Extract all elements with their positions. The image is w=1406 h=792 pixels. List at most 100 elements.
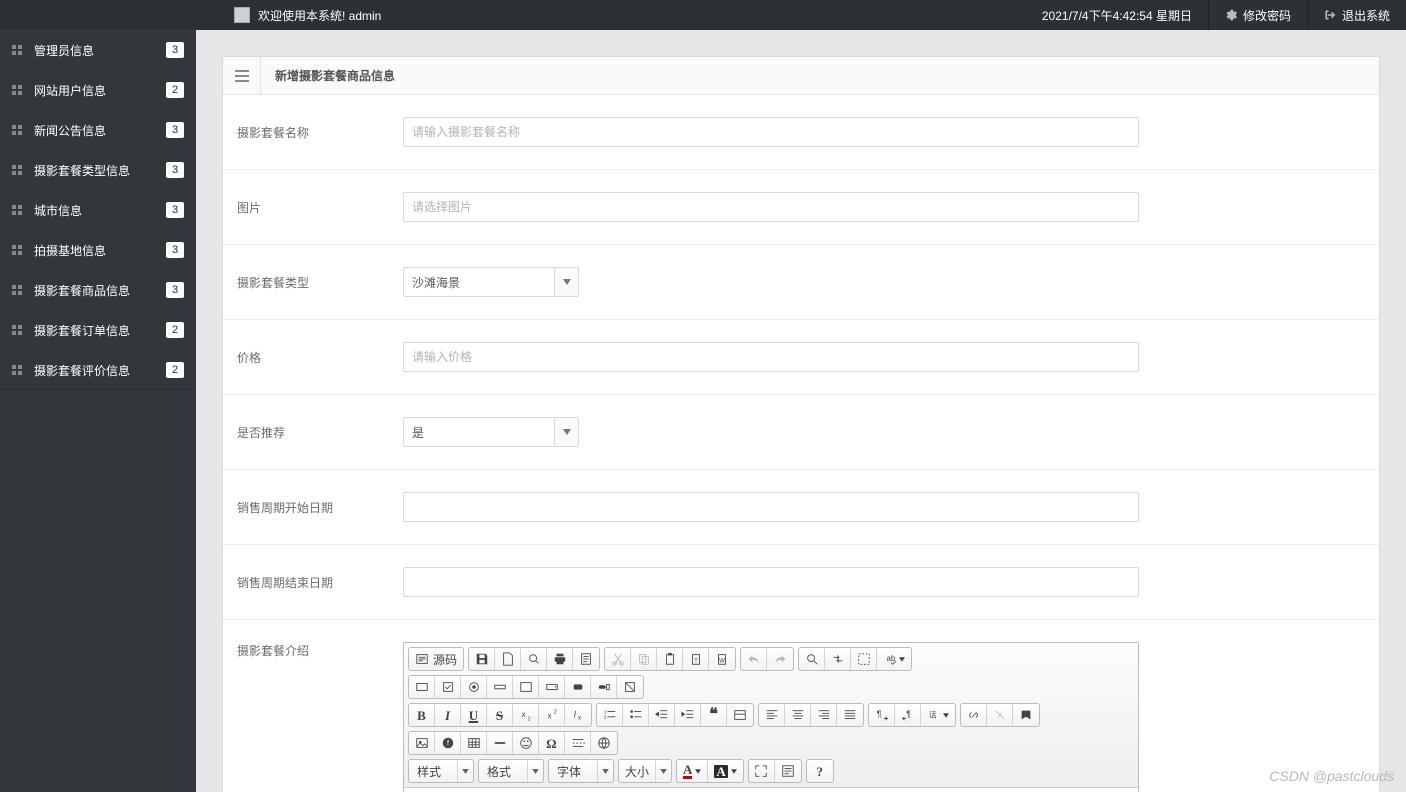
link-button[interactable]: [961, 704, 987, 726]
remove-format-button[interactable]: Ix: [565, 704, 591, 726]
sidebar-item-bases[interactable]: 拍摄基地信息3: [0, 230, 196, 270]
cut-button[interactable]: [605, 648, 631, 670]
textarea-button[interactable]: [513, 676, 539, 698]
start-date-input[interactable]: [403, 492, 1139, 522]
show-blocks-button[interactable]: [775, 760, 801, 782]
sidebar-item-orders[interactable]: 摄影套餐订单信息2: [0, 310, 196, 350]
menu-toggle[interactable]: [223, 57, 261, 95]
table-button[interactable]: [461, 732, 487, 754]
special-char-button[interactable]: Ω: [539, 732, 565, 754]
logout-icon: [1324, 9, 1336, 21]
indent-button[interactable]: [675, 704, 701, 726]
spellcheck-button[interactable]: ab: [877, 648, 911, 670]
sidebar-item-news[interactable]: 新闻公告信息3: [0, 110, 196, 150]
select-field-button[interactable]: [539, 676, 565, 698]
underline-button[interactable]: U: [461, 704, 487, 726]
print-button[interactable]: [547, 648, 573, 670]
dropdown-button[interactable]: [554, 418, 578, 446]
align-right-button[interactable]: [811, 704, 837, 726]
redo-button[interactable]: [767, 648, 793, 670]
hidden-field-button[interactable]: [617, 676, 643, 698]
size-combo[interactable]: 大小: [618, 759, 672, 783]
end-date-input[interactable]: [403, 567, 1139, 597]
sidebar-item-packages[interactable]: 摄影套餐商品信息3: [0, 270, 196, 310]
sidebar-item-package-types[interactable]: 摄影套餐类型信息3: [0, 150, 196, 190]
form-button[interactable]: [409, 676, 435, 698]
subscript-button[interactable]: x2: [513, 704, 539, 726]
sidebar-item-reviews[interactable]: 摄影套餐评价信息2: [0, 350, 196, 390]
logout-link[interactable]: 退出系统: [1308, 0, 1406, 30]
sidebar-item-users[interactable]: 网站用户信息2: [0, 70, 196, 110]
editor-body[interactable]: [404, 788, 1138, 792]
blockquote-button[interactable]: ❝: [701, 704, 727, 726]
about-button[interactable]: ?: [807, 760, 833, 782]
templates-button[interactable]: [573, 648, 599, 670]
bullet-list-button[interactable]: [623, 704, 649, 726]
hr-button[interactable]: [487, 732, 513, 754]
copy-button[interactable]: [631, 648, 657, 670]
page-break-button[interactable]: [565, 732, 591, 754]
language-button[interactable]: 话: [921, 704, 955, 726]
bold-button[interactable]: B: [409, 704, 435, 726]
image-button-button[interactable]: [591, 676, 617, 698]
superscript-button[interactable]: x2: [539, 704, 565, 726]
outdent-button[interactable]: [649, 704, 675, 726]
font-combo[interactable]: 字体: [548, 759, 614, 783]
text-color-button[interactable]: A: [677, 760, 708, 782]
rtl-button[interactable]: ¶: [895, 704, 921, 726]
find-button[interactable]: [799, 648, 825, 670]
format-combo[interactable]: 格式: [478, 759, 544, 783]
flash-icon: f: [441, 736, 455, 750]
source-button[interactable]: 源码: [409, 648, 463, 670]
paste-button[interactable]: [657, 648, 683, 670]
sidebar-badge: 3: [166, 42, 184, 58]
undo-button[interactable]: [741, 648, 767, 670]
replace-button[interactable]: [825, 648, 851, 670]
bg-color-button[interactable]: A: [708, 760, 742, 782]
unlink-button[interactable]: [987, 704, 1013, 726]
strike-button[interactable]: S: [487, 704, 513, 726]
sidebar-item-label: 摄影套餐订单信息: [34, 322, 166, 339]
price-input[interactable]: [403, 342, 1139, 372]
sidebar-badge: 3: [166, 202, 184, 218]
maximize-button[interactable]: [749, 760, 775, 782]
button-field-button[interactable]: [565, 676, 591, 698]
checkbox-button[interactable]: [435, 676, 461, 698]
svg-text:2: 2: [553, 709, 556, 715]
anchor-button[interactable]: [1013, 704, 1039, 726]
flash-button[interactable]: f: [435, 732, 461, 754]
recommend-select[interactable]: 是: [403, 417, 579, 447]
align-center-button[interactable]: [785, 704, 811, 726]
sidebar-item-admin[interactable]: 管理员信息3: [0, 30, 196, 70]
save-button[interactable]: [469, 648, 495, 670]
text-field-button[interactable]: [487, 676, 513, 698]
numbered-list-button[interactable]: 12: [597, 704, 623, 726]
preview-button[interactable]: [521, 648, 547, 670]
select-all-button[interactable]: [851, 648, 877, 670]
italic-button[interactable]: I: [435, 704, 461, 726]
align-justify-button[interactable]: [837, 704, 863, 726]
new-page-button[interactable]: [495, 648, 521, 670]
radio-button[interactable]: [461, 676, 487, 698]
remove-format-icon: Ix: [571, 708, 585, 722]
div-button[interactable]: [727, 704, 753, 726]
omega-icon: Ω: [546, 737, 556, 750]
ltr-button[interactable]: ¶: [869, 704, 895, 726]
image-label: 图片: [237, 199, 403, 216]
image-input[interactable]: [403, 192, 1139, 222]
image-button[interactable]: [409, 732, 435, 754]
dropdown-button[interactable]: [554, 268, 578, 296]
spellcheck-icon: ab: [883, 652, 897, 666]
grid-icon: [12, 205, 22, 215]
type-select[interactable]: 沙滩海景: [403, 267, 579, 297]
svg-text:2: 2: [527, 716, 530, 722]
style-combo[interactable]: 样式: [408, 759, 474, 783]
paste-word-button[interactable]: W: [709, 648, 735, 670]
smiley-button[interactable]: [513, 732, 539, 754]
align-left-button[interactable]: [759, 704, 785, 726]
name-input[interactable]: [403, 117, 1139, 147]
change-password-link[interactable]: 修改密码: [1209, 0, 1307, 30]
paste-text-button[interactable]: T: [683, 648, 709, 670]
iframe-button[interactable]: [591, 732, 617, 754]
sidebar-item-cities[interactable]: 城市信息3: [0, 190, 196, 230]
